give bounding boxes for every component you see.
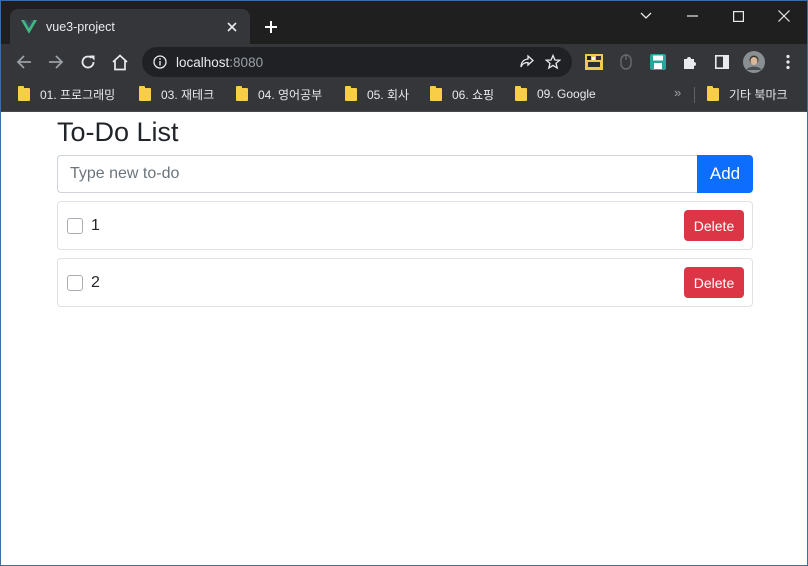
browser-tab[interactable]: vue3-project — [10, 9, 250, 44]
add-button[interactable]: Add — [697, 155, 753, 193]
bookmark-label: 09. Google — [537, 87, 596, 101]
bookmark-folder-google[interactable]: 09. Google — [515, 80, 596, 108]
folder-icon — [345, 85, 357, 101]
profile-avatar[interactable] — [741, 49, 767, 75]
bookmark-label: 06. 쇼핑 — [452, 87, 495, 102]
menu-dots-icon[interactable] — [776, 50, 800, 74]
bookmarks-bar: 01. 프로그래밍 03. 재테크 04. 영어공부 05. 회사 06. 쇼핑… — [1, 80, 807, 112]
page-title: To-Do List — [57, 117, 179, 147]
tab-search-chevron-icon[interactable] — [623, 1, 669, 31]
folder-icon — [707, 85, 719, 101]
folder-icon — [18, 85, 30, 101]
site-info-icon[interactable] — [152, 54, 168, 70]
todo-item: 1 Delete — [57, 201, 753, 250]
bookmark-label: 03. 재테크 — [161, 87, 215, 102]
forward-icon[interactable] — [42, 48, 70, 76]
bookmark-star-icon[interactable] — [540, 49, 566, 75]
bookmark-folder-finance[interactable]: 03. 재테크 — [139, 80, 214, 108]
close-tab-icon[interactable] — [221, 16, 243, 38]
bookmark-label: 04. 영어공부 — [258, 87, 323, 102]
share-icon[interactable] — [514, 49, 540, 75]
tab-strip: vue3-project — [1, 1, 807, 44]
url-port: :8080 — [229, 54, 264, 70]
bookmark-folder-english[interactable]: 04. 영어공부 — [236, 80, 322, 108]
browser-toolbar: localhost:8080 — [1, 44, 807, 80]
todo-input-group: Add — [57, 155, 753, 193]
bookmark-label: 기타 북마크 — [729, 87, 788, 102]
save-extension-icon[interactable] — [646, 50, 670, 74]
todo-text: 2 — [91, 273, 100, 291]
folder-icon — [139, 85, 151, 101]
todo-checkbox[interactable] — [67, 217, 83, 234]
close-window-icon[interactable] — [761, 1, 807, 31]
extensions-puzzle-icon[interactable] — [678, 50, 702, 74]
bookmark-folder-company[interactable]: 05. 회사 — [345, 80, 409, 108]
side-panel-icon[interactable] — [710, 50, 734, 74]
todo-text: 1 — [91, 216, 100, 234]
maximize-icon[interactable] — [715, 1, 761, 31]
new-tab-icon[interactable] — [259, 15, 283, 39]
bookmarks-divider — [694, 87, 695, 103]
address-bar[interactable]: localhost:8080 — [142, 47, 572, 77]
bookmarks-overflow-icon[interactable]: » — [674, 85, 681, 100]
todo-item: 2 Delete — [57, 258, 753, 307]
delete-button[interactable]: Delete — [684, 210, 744, 241]
bookmark-folder-programming[interactable]: 01. 프로그래밍 — [18, 80, 115, 108]
reload-icon[interactable] — [74, 48, 102, 76]
folder-icon — [430, 85, 442, 101]
delete-button[interactable]: Delete — [684, 267, 744, 298]
pixel-extension-icon[interactable] — [582, 50, 606, 74]
todo-checkbox[interactable] — [67, 274, 83, 291]
bookmark-folder-shopping[interactable]: 06. 쇼핑 — [430, 80, 494, 108]
mouse-extension-icon[interactable] — [614, 50, 638, 74]
minimize-icon[interactable] — [669, 1, 715, 31]
vue-logo-icon — [21, 19, 37, 35]
bookmark-label: 05. 회사 — [367, 87, 410, 102]
url-text[interactable]: localhost:8080 — [176, 55, 514, 70]
bookmark-label: 01. 프로그래밍 — [40, 87, 116, 102]
todo-input[interactable] — [57, 155, 697, 193]
folder-icon — [515, 85, 527, 101]
page-content: To-Do List Add 1 Delete 2 Delete — [1, 112, 807, 565]
url-host: localhost — [176, 54, 230, 70]
folder-icon — [236, 85, 248, 101]
browser-window: vue3-project localhost:8080 01. 프로그래밍 03… — [0, 0, 808, 566]
other-bookmarks-folder[interactable]: 기타 북마크 — [707, 80, 788, 108]
tab-title: vue3-project — [46, 19, 115, 34]
home-icon[interactable] — [106, 48, 134, 76]
back-icon[interactable] — [10, 48, 38, 76]
